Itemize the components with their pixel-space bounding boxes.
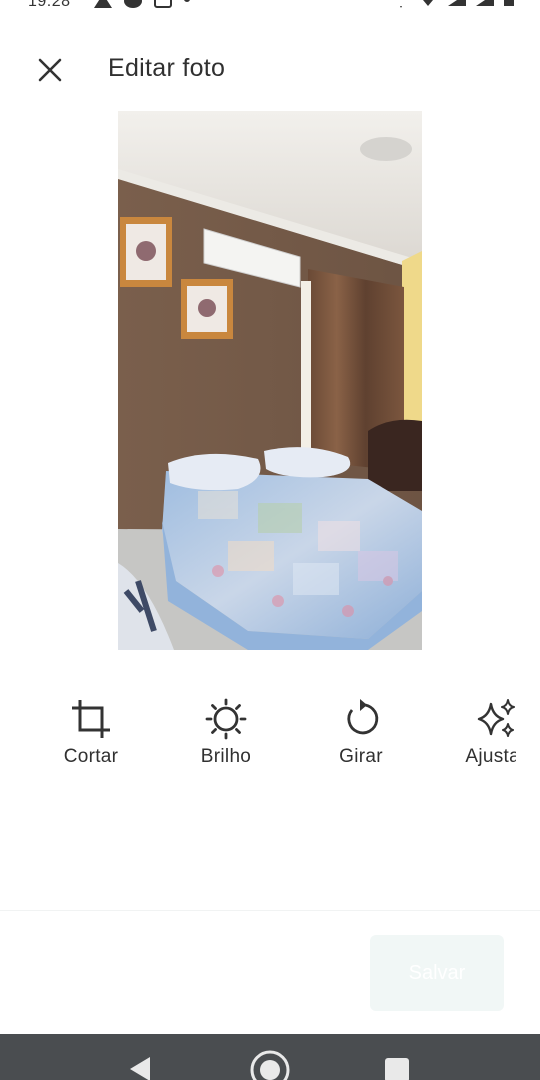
signal-icon-2 xyxy=(476,0,494,6)
edit-photo-screen: 19:28 Editar foto Cortar Brilho Girar Aj… xyxy=(0,0,540,1080)
system-nav-bar xyxy=(0,1034,540,1080)
close-icon xyxy=(38,58,62,82)
more-notifications-icon xyxy=(184,0,190,2)
photo-preview[interactable] xyxy=(118,111,422,650)
recent-apps-icon[interactable] xyxy=(385,1058,409,1080)
tool-crop[interactable]: Cortar xyxy=(31,690,151,780)
location-icon xyxy=(394,0,408,8)
warning-icon xyxy=(94,0,112,8)
home-icon[interactable] xyxy=(248,1048,292,1080)
signal-icon xyxy=(448,0,466,6)
status-bar: 19:28 xyxy=(0,0,540,12)
tool-crop-label: Cortar xyxy=(63,746,119,767)
page-title: Editar foto xyxy=(108,54,226,82)
brightness-icon xyxy=(205,698,247,740)
facebook-icon xyxy=(124,0,142,8)
back-icon[interactable] xyxy=(128,1056,152,1080)
bedroom-photo xyxy=(118,111,422,650)
instagram-icon xyxy=(154,0,172,8)
status-time: 19:28 xyxy=(28,0,71,10)
save-button[interactable]: Salvar xyxy=(370,935,504,1011)
close-button[interactable] xyxy=(30,50,70,90)
edit-tools-bar: Cortar Brilho Girar Ajusta xyxy=(0,690,516,780)
tool-brightness-label: Brilho xyxy=(200,746,252,767)
notification-icons xyxy=(94,0,190,8)
tool-rotate[interactable]: Girar xyxy=(301,690,421,780)
tool-rotate-label: Girar xyxy=(339,746,383,767)
wifi-icon xyxy=(418,0,438,6)
sparkle-icon xyxy=(477,699,515,737)
tool-adjust[interactable]: Ajustar xyxy=(436,690,516,780)
tool-brightness[interactable]: Brilho xyxy=(166,690,286,780)
app-header: Editar foto xyxy=(0,40,540,100)
battery-icon xyxy=(504,0,514,6)
footer-divider xyxy=(0,910,540,911)
rotate-icon xyxy=(347,699,379,735)
tool-adjust-label: Ajustar xyxy=(465,746,516,767)
crop-icon xyxy=(72,700,110,738)
system-icons xyxy=(394,0,514,8)
